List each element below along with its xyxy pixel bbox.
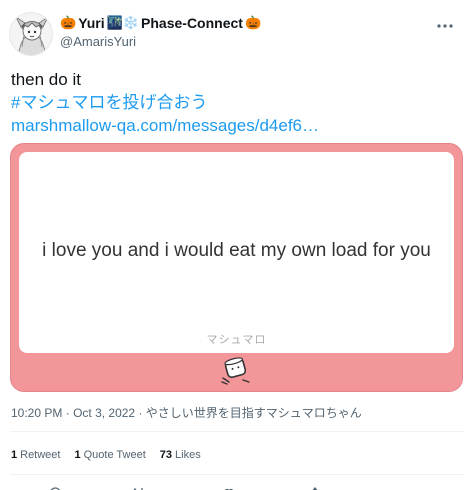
action-bar (0, 482, 474, 490)
retweets-stat[interactable]: 1 Retweet (11, 449, 60, 461)
quotes-stat[interactable]: 1 Quote Tweet (74, 449, 145, 461)
retweets-label: Retweet (20, 449, 61, 461)
likes-count: 73 (159, 449, 173, 461)
share-icon[interactable] (308, 482, 322, 490)
tweet-date[interactable]: Oct 3, 2022 (73, 406, 135, 420)
meta-separator: · (65, 406, 70, 420)
tweet-source[interactable]: やさしい世界を目指すマシュマロちゃん (146, 406, 362, 420)
card-message-box: i love you and i would eat my own load f… (19, 152, 454, 353)
tweet-body: then do it (11, 70, 81, 89)
likes-stat[interactable]: 73 Likes (160, 449, 201, 461)
card-message: i love you and i would eat my own load f… (42, 240, 431, 261)
marshmallow-logo-icon (219, 356, 253, 386)
reply-icon[interactable] (48, 482, 62, 490)
retweets-count: 1 (11, 449, 18, 461)
quotes-count: 1 (74, 449, 81, 461)
divider-top (10, 431, 464, 432)
divider-bottom (10, 474, 464, 475)
pumpkin-emoji-suffix: 🎃 (244, 15, 262, 31)
tweet-url-link[interactable]: marshmallow-qa.com/messages/d4ef6… (11, 114, 461, 137)
author-avatar[interactable] (9, 12, 53, 56)
pumpkin-emoji: 🎃 (60, 15, 77, 31)
likes-label: Likes (175, 449, 201, 461)
meta-separator-2: · (138, 406, 143, 420)
author-affiliation-text: Phase-Connect (141, 15, 243, 31)
author-name-text: Yuri (78, 15, 105, 31)
tweet-stats: 1 Retweet 1 Quote Tweet 73 Likes (11, 449, 201, 461)
retweet-icon[interactable] (132, 482, 146, 490)
link-card[interactable]: i love you and i would eat my own load f… (10, 143, 463, 392)
night-snow-emoji: 🌃❄️ (106, 15, 140, 31)
tweet-hashtag-link[interactable]: #マシュマロを投げ合おう (11, 91, 461, 114)
card-brand-label: マシュマロ (206, 334, 267, 346)
tweet-meta: 10:20 PM · Oct 3, 2022 · やさしい世界を目指すマシュマロ… (11, 404, 362, 421)
heart-icon[interactable] (222, 482, 236, 490)
more-dots-icon[interactable] (436, 16, 454, 34)
author-display-name[interactable]: 🎃 Yuri 🌃❄️ Phase-Connect 🎃 (60, 15, 261, 31)
quotes-label: Quote Tweet (83, 449, 146, 461)
tweet-text: then do it #マシュマロを投げ合おう marshmallow-qa.c… (11, 68, 461, 137)
author-handle[interactable]: @AmarisYuri (60, 34, 136, 49)
tweet-time[interactable]: 10:20 PM (11, 406, 62, 420)
